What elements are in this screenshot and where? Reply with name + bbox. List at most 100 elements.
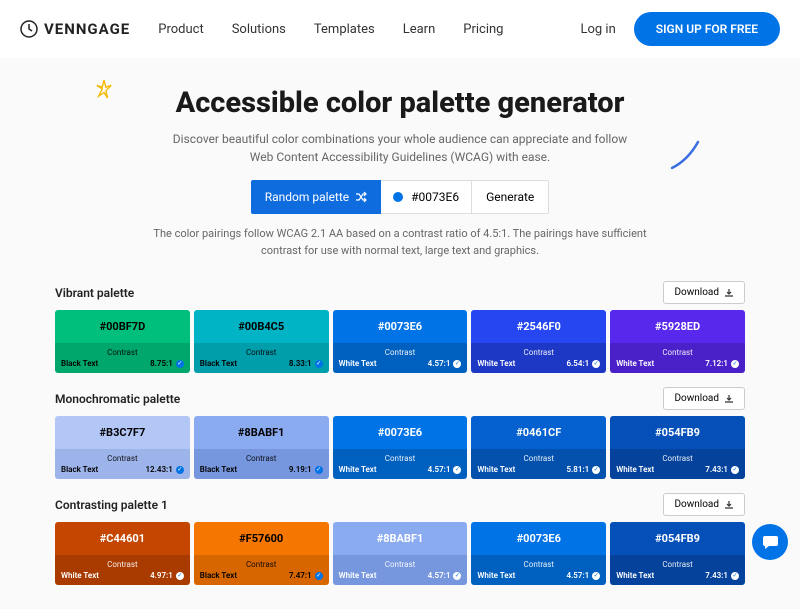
swatch-contrast: ContrastWhite Text4.57:1✓ (333, 555, 468, 585)
download-label: Download (674, 287, 719, 298)
signup-button[interactable]: SIGN UP FOR FREE (634, 12, 780, 46)
nav-solutions[interactable]: Solutions (232, 22, 286, 37)
color-swatch[interactable]: #0461CFContrastWhite Text5.81:1✓ (471, 416, 606, 479)
check-icon: ✓ (453, 466, 461, 474)
hex-color-dot (393, 192, 403, 202)
contrast-label: Contrast (616, 560, 739, 569)
download-button[interactable]: Download (663, 281, 745, 304)
contrast-row: White Text6.54:1✓ (477, 359, 600, 368)
contrast-row: White Text4.57:1✓ (339, 571, 462, 580)
swatch-row: #C44601ContrastWhite Text4.97:1✓#F57600C… (55, 522, 745, 585)
chat-icon (761, 533, 779, 551)
contrast-ratio: 7.43:1 (705, 571, 728, 580)
swatch-contrast: ContrastBlack Text9.19:1✓ (194, 449, 329, 479)
palettes: Vibrant paletteDownload#00BF7DContrastBl… (0, 267, 800, 609)
check-icon: ✓ (176, 466, 184, 474)
contrast-label: Contrast (616, 454, 739, 463)
random-label: Random palette (265, 190, 349, 204)
color-swatch[interactable]: #5928EDContrastWhite Text7.12:1✓ (610, 310, 745, 373)
text-color-label: White Text (477, 571, 515, 580)
swatch-hex: #8BABF1 (333, 522, 468, 555)
color-swatch[interactable]: #054FB9ContrastWhite Text7.43:1✓ (610, 416, 745, 479)
contrast-ratio: 4.57:1 (428, 571, 451, 580)
logo[interactable]: VENNGAGE (20, 20, 130, 38)
download-button[interactable]: Download (663, 493, 745, 516)
swatch-hex: #F57600 (194, 522, 329, 555)
text-color-label: White Text (339, 465, 377, 474)
color-swatch[interactable]: #0073E6ContrastWhite Text4.57:1✓ (471, 522, 606, 585)
swatch-hex: #054FB9 (610, 416, 745, 449)
color-swatch[interactable]: #B3C7F7ContrastBlack Text12.43:1✓ (55, 416, 190, 479)
color-swatch[interactable]: #C44601ContrastWhite Text4.97:1✓ (55, 522, 190, 585)
nav-learn[interactable]: Learn (403, 22, 436, 37)
text-color-label: Black Text (61, 359, 98, 368)
controls: Random palette #0073E6 Generate (90, 180, 710, 214)
color-swatch[interactable]: #00BF7DContrastBlack Text8.75:1✓ (55, 310, 190, 373)
swatch-hex: #8BABF1 (194, 416, 329, 449)
check-icon: ✓ (592, 466, 600, 474)
download-icon (724, 288, 734, 298)
contrast-label: Contrast (339, 454, 462, 463)
download-button[interactable]: Download (663, 387, 745, 410)
color-swatch[interactable]: #8BABF1ContrastWhite Text4.57:1✓ (333, 522, 468, 585)
palette-name: Vibrant palette (55, 286, 134, 300)
palette-header: Contrasting palette 1Download (55, 493, 745, 516)
contrast-row: White Text7.43:1✓ (616, 571, 739, 580)
swatch-row: #B3C7F7ContrastBlack Text12.43:1✓#8BABF1… (55, 416, 745, 479)
check-icon: ✓ (592, 572, 600, 580)
contrast-row: White Text7.12:1✓ (616, 359, 739, 368)
nav-templates[interactable]: Templates (314, 22, 375, 37)
color-swatch[interactable]: #00B4C5ContrastBlack Text8.33:1✓ (194, 310, 329, 373)
contrast-row: White Text4.97:1✓ (61, 571, 184, 580)
nav-product[interactable]: Product (158, 22, 203, 37)
contrast-row: White Text4.57:1✓ (339, 359, 462, 368)
contrast-ratio: 7.47:1 (289, 571, 312, 580)
swatch-hex: #2546F0 (471, 310, 606, 343)
swatch-contrast: Contrast White Text7.43:1✓ (610, 555, 745, 585)
swatch-hex: #0073E6 (333, 310, 468, 343)
swatch-hex: #5928ED (610, 310, 745, 343)
swatch-contrast: ContrastBlack Text12.43:1✓ (55, 449, 190, 479)
swatch-contrast: ContrastWhite Text7.43:1✓ (610, 449, 745, 479)
check-icon: ✓ (176, 360, 184, 368)
download-label: Download (674, 499, 719, 510)
check-icon: ✓ (315, 572, 323, 580)
contrast-row: Black Text8.33:1✓ (200, 359, 323, 368)
check-icon: ✓ (176, 572, 184, 580)
contrast-ratio: 8.75:1 (150, 359, 173, 368)
color-swatch[interactable]: #054FB9ContrastWhite Text7.43:1✓ (610, 522, 745, 585)
contrast-label: Contrast (200, 560, 323, 569)
color-swatch[interactable]: #2546F0ContrastWhite Text6.54:1✓ (471, 310, 606, 373)
color-swatch[interactable]: #0073E6 Contrast White Text4.57:1✓ (333, 310, 468, 373)
chat-button[interactable] (752, 524, 788, 560)
check-icon: ✓ (731, 360, 739, 368)
contrast-row: White Text4.57:1✓ (339, 465, 462, 474)
swatch-contrast: Contrast Black Text7.47:1✓ (194, 555, 329, 585)
palette: Contrasting palette 1Download #C44601Cont… (55, 493, 745, 585)
check-icon: ✓ (453, 572, 461, 580)
palette: Monochromatic paletteDownload#B3C7F7Cont… (55, 387, 745, 479)
check-icon: ✓ (453, 360, 461, 368)
hex-input[interactable]: #0073E6 (381, 180, 472, 214)
page-subtitle: Discover beautiful color combinations yo… (160, 130, 640, 166)
contrast-label: Contrast (339, 348, 462, 357)
contrast-ratio: 7.12:1 (705, 359, 728, 368)
hex-value: #0073E6 (411, 190, 459, 204)
text-color-label: White Text (616, 465, 654, 474)
shuffle-icon (355, 191, 367, 203)
contrast-row: Black Text 8.75:1✓ (61, 359, 184, 368)
palette-name: Monochromatic palette (55, 392, 180, 406)
check-icon: ✓ (592, 360, 600, 368)
color-swatch[interactable]: #8BABF1ContrastBlack Text9.19:1✓ (194, 416, 329, 479)
random-palette-button[interactable]: Random palette (251, 180, 381, 214)
login-link[interactable]: Log in (580, 22, 615, 37)
nav-pricing[interactable]: Pricing (463, 22, 503, 37)
contrast-row: Black Text7.47:1✓ (200, 571, 323, 580)
contrast-label: Contrast (200, 348, 323, 357)
color-swatch[interactable]: #F57600 Contrast Black Text7.47:1✓ (194, 522, 329, 585)
download-icon (724, 500, 734, 510)
contrast-ratio: 4.57:1 (566, 571, 589, 580)
contrast-ratio: 12.43:1 (145, 465, 172, 474)
color-swatch[interactable]: #0073E6ContrastWhite Text4.57:1✓ (333, 416, 468, 479)
generate-button[interactable]: Generate (472, 180, 549, 214)
